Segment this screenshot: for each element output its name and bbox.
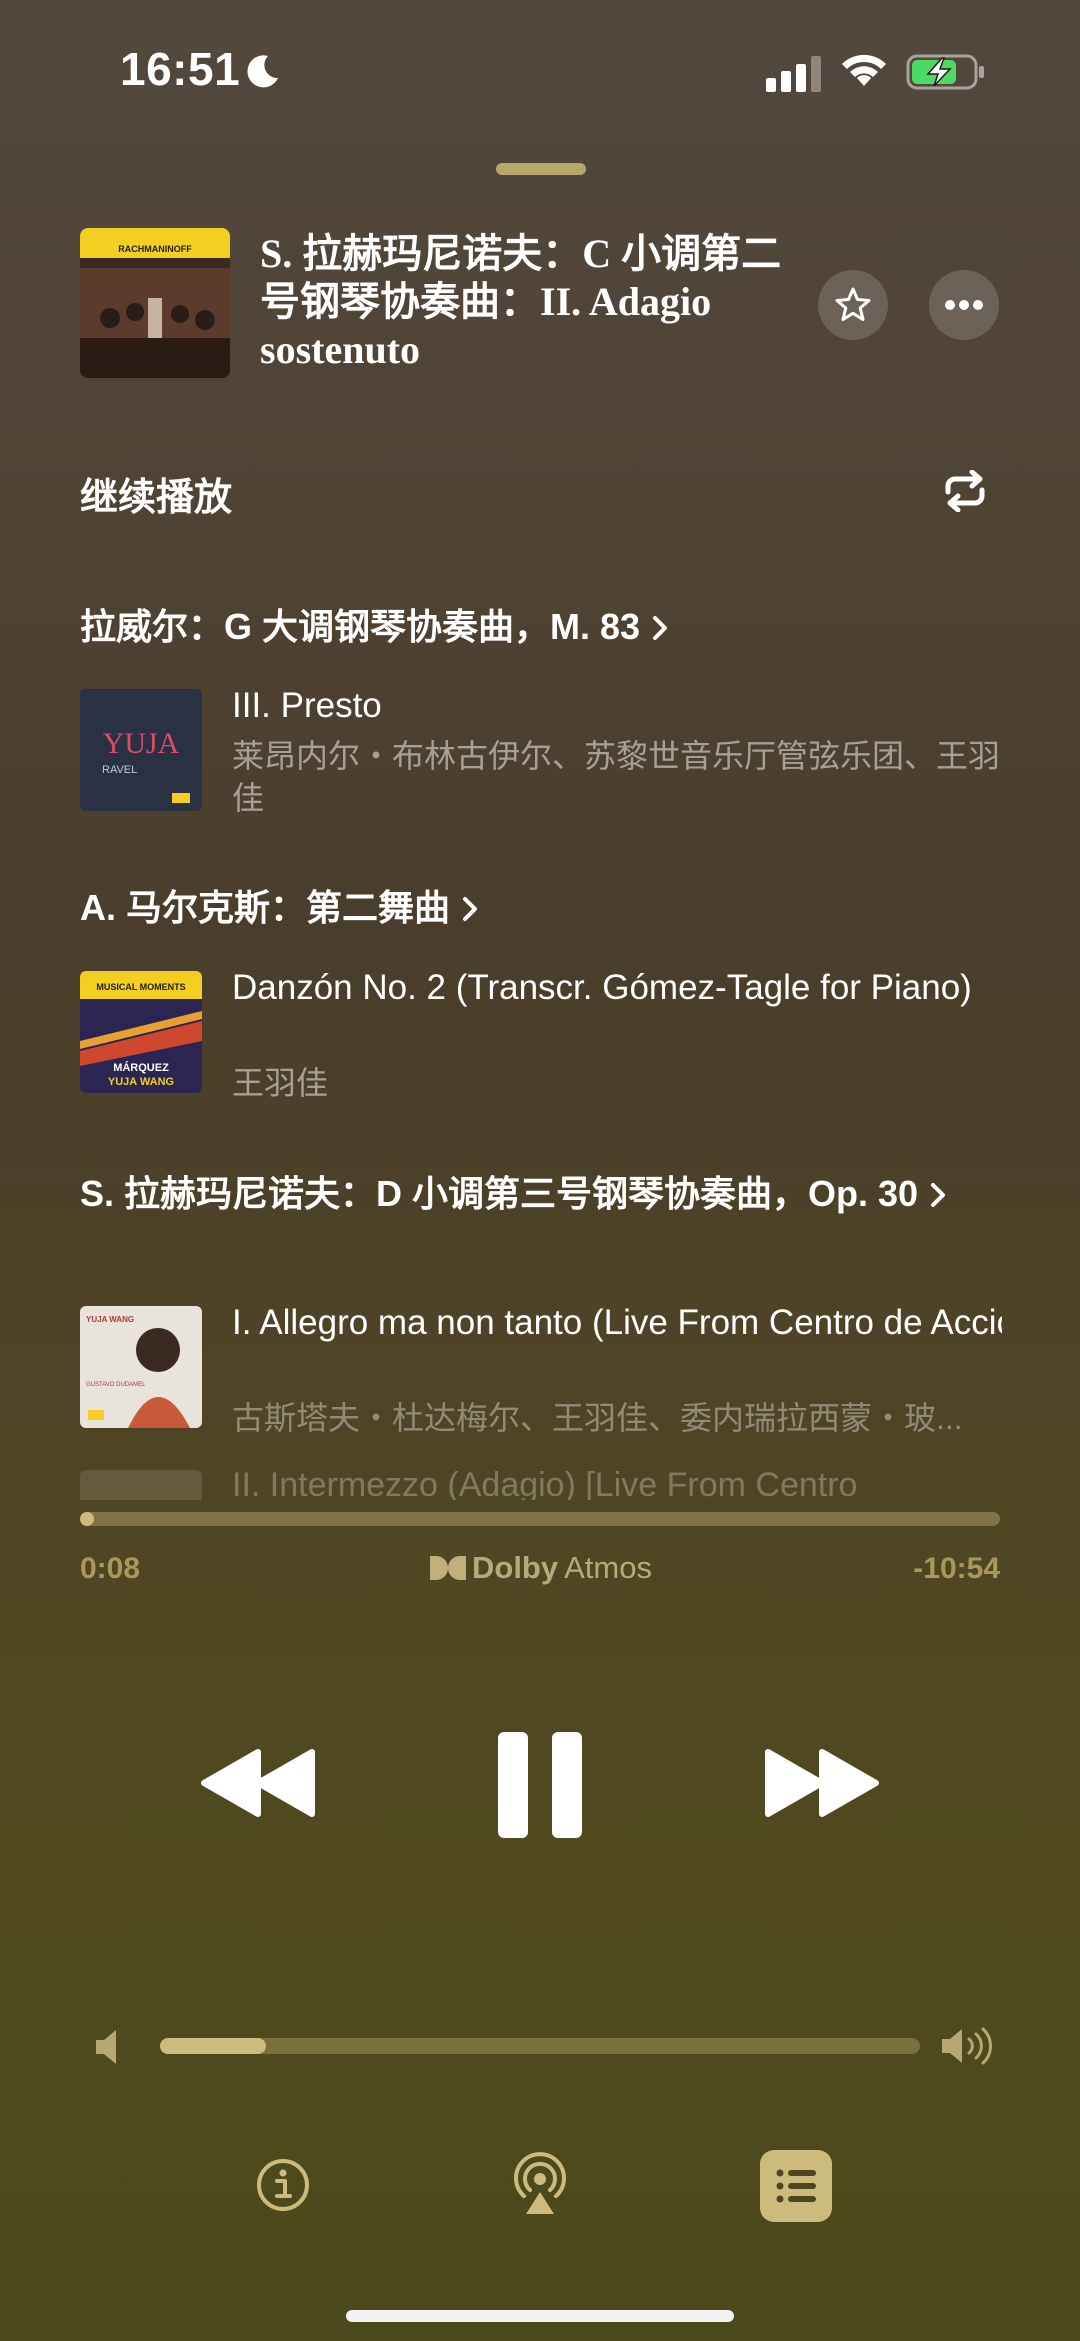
- track-artists: 莱昂内尔・布林古伊尔、苏黎世音乐厅管弦乐团、王羽佳: [232, 738, 1001, 816]
- airplay-icon[interactable]: [510, 2152, 570, 2216]
- art-text-main: YUJA: [103, 727, 180, 760]
- art-text-sub: MÁRQUEZ: [113, 1061, 169, 1074]
- track-artists: 古斯塔夫・杜达梅尔、王羽佳、委内瑞拉西蒙・玻...: [232, 1400, 963, 1436]
- elapsed-time: 0:08: [80, 1552, 141, 1585]
- chevron-right-icon: [463, 897, 478, 921]
- wifi-icon: [842, 54, 886, 86]
- moon-icon: [247, 55, 278, 88]
- track-album-art[interactable]: MUSICAL MOMENTS MÁRQUEZ YUJA WANG: [80, 971, 202, 1093]
- track-title[interactable]: III. Presto: [232, 683, 1002, 728]
- chevron-right-icon: [653, 616, 668, 640]
- art-text-sub: RAVEL: [102, 764, 137, 776]
- dolby-text: Dolby: [472, 1550, 559, 1585]
- track-title: II. Intermezzo (Adagio) [Live From Centr…: [232, 1470, 858, 1500]
- track-artists: 王羽佳: [232, 1065, 329, 1101]
- forward-icon[interactable]: [762, 1748, 880, 1818]
- queue-group-title[interactable]: S. 拉赫玛尼诺夫：D 小调第三号钢琴协奏曲，Op. 30: [80, 1170, 960, 1218]
- battery-charging-icon: [906, 54, 984, 90]
- now-playing-title: S. 拉赫玛尼诺夫：C 小调第二号钢琴协奏曲：II. Adagio sosten…: [260, 231, 782, 372]
- track-album-art: [80, 1470, 202, 1500]
- art-text-sub2: YUJA WANG: [108, 1076, 174, 1088]
- volume-high-icon: [942, 2027, 993, 2065]
- pause-icon[interactable]: [498, 1732, 582, 1838]
- group-title-text: S. 拉赫玛尼诺夫：D 小调第三号钢琴协奏曲，Op. 30: [80, 1173, 919, 1214]
- track-album-art[interactable]: YUJA WANG GUSTAVO DUDAMEL: [80, 1306, 202, 1428]
- track-title[interactable]: Danzón No. 2 (Transcr. Gómez-Tagle for P…: [232, 965, 1002, 1010]
- ellipsis-icon: [945, 300, 983, 310]
- more-button[interactable]: [929, 270, 999, 340]
- dolby-atmos-badge: Dolby Atmos: [430, 1548, 652, 1588]
- track-title[interactable]: I. Allegro ma non tanto (Live From Centr…: [232, 1300, 1002, 1390]
- now-playing-album-art[interactable]: RACHMANINOFF: [80, 228, 230, 378]
- lyrics-info-icon[interactable]: [256, 2158, 310, 2212]
- volume-low-icon: [96, 2030, 116, 2064]
- track-album-art[interactable]: YUJA RAVEL: [80, 689, 202, 811]
- queue-list-button[interactable]: [760, 2150, 832, 2222]
- album-art-label: RACHMANINOFF: [118, 244, 192, 254]
- favorite-button[interactable]: [818, 270, 888, 340]
- volume-slider[interactable]: [160, 2038, 920, 2054]
- next-track-partial[interactable]: II. Intermezzo (Adagio) [Live From Centr…: [80, 1470, 1000, 1500]
- star-icon: [835, 287, 871, 321]
- art-text-main: MUSICAL MOMENTS: [96, 982, 185, 992]
- group-title-text: A. 马尔克斯：第二舞曲: [80, 887, 451, 928]
- group-title-text: 拉威尔：G 大调钢琴协奏曲，M. 83: [80, 606, 641, 647]
- progress-slider[interactable]: [80, 1512, 1000, 1526]
- art-text-sub: GUSTAVO DUDAMEL: [86, 1382, 146, 1388]
- queue-group-title[interactable]: A. 马尔克斯：第二舞曲: [80, 884, 980, 932]
- home-indicator[interactable]: [346, 2310, 734, 2322]
- queue-list-icon: [776, 2169, 816, 2203]
- status-time: 16:51: [120, 43, 241, 95]
- queue-group-title[interactable]: 拉威尔：G 大调钢琴协奏曲，M. 83: [80, 603, 980, 651]
- volume-fill: [160, 2038, 267, 2054]
- dolby-logo-icon: [430, 1556, 466, 1580]
- atmos-text: Atmos: [564, 1550, 652, 1585]
- chevron-right-icon: [931, 1183, 946, 1207]
- art-text-main: YUJA WANG: [86, 1315, 134, 1324]
- continue-playing-title: 继续播放: [80, 477, 233, 519]
- sheet-grabber[interactable]: [496, 163, 586, 175]
- progress-fill: [80, 1512, 94, 1526]
- repeat-icon[interactable]: [942, 470, 988, 512]
- backward-icon[interactable]: [200, 1748, 318, 1818]
- remaining-time: -10:54: [913, 1552, 1000, 1585]
- cellular-signal-icon: [766, 56, 821, 92]
